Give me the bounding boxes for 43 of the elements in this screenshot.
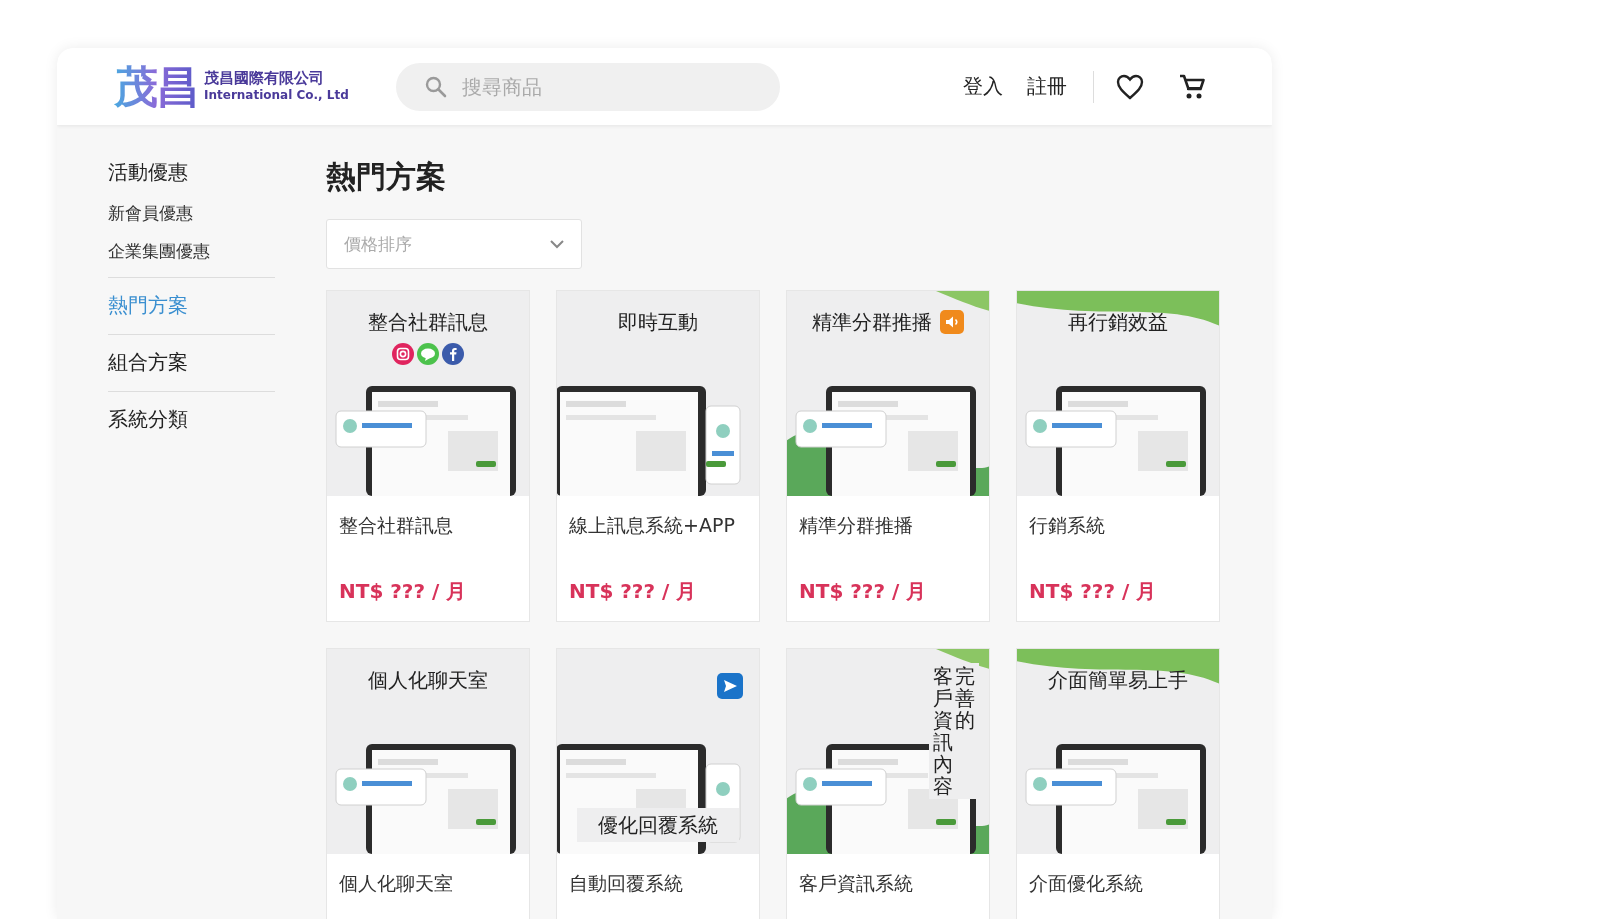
banner-heading: 優化回覆系統 bbox=[598, 812, 718, 839]
company-subtitle: International Co., Ltd bbox=[204, 86, 349, 104]
banner-heading: 完善的 bbox=[955, 665, 975, 731]
card-title: 介面優化系統 bbox=[1029, 871, 1144, 896]
banner-heading: 客戶資訊內容 bbox=[933, 665, 953, 797]
product-card[interactable]: 即時互動 線上訊息系統+APP NT$ ??? / 月 bbox=[556, 290, 760, 622]
sidebar-item[interactable]: 活動優惠 bbox=[108, 157, 275, 187]
search-field[interactable]: 搜尋商品 bbox=[396, 62, 780, 111]
product-card[interactable]: 個人化聊天室 個人化聊天室 bbox=[326, 648, 530, 919]
product-card[interactable]: 優化回覆系統 自動回覆系統 bbox=[556, 648, 760, 919]
card-title: 線上訊息系統+APP bbox=[569, 513, 736, 538]
product-card[interactable]: 再行銷效益 行銷系統 NT$ ??? / 月 bbox=[1016, 290, 1220, 622]
company-name: 茂昌國際有限公司 bbox=[204, 69, 325, 87]
card-title: 精準分群推播 bbox=[799, 513, 914, 538]
sidebar-item[interactable]: 系統分類 bbox=[108, 404, 275, 434]
cart-icon[interactable] bbox=[1178, 72, 1206, 101]
banner-heading: 介面簡單易上手 bbox=[1048, 667, 1188, 694]
banner-heading: 即時互動 bbox=[618, 309, 698, 336]
card-price: NT$ ??? / 月 bbox=[799, 578, 928, 605]
sidebar-subitem[interactable]: 新會員優惠 bbox=[108, 201, 275, 225]
chevron-down-icon bbox=[549, 239, 565, 249]
product-card[interactable]: 客戶資訊內容 完善的 客戶資訊系統 bbox=[786, 648, 990, 919]
banner-heading: 精準分群推播 bbox=[812, 309, 932, 336]
banner-heading: 整合社群訊息 bbox=[368, 309, 488, 336]
sidebar-item[interactable]: 組合方案 bbox=[108, 347, 275, 377]
product-card[interactable]: 整合社群訊息 整合社群訊息 NT$ ??? / 月 bbox=[326, 290, 530, 622]
heart-icon[interactable] bbox=[1116, 73, 1144, 100]
product-card[interactable]: 精準分群推播 精準分群推播 NT$ ??? / 月 bbox=[786, 290, 990, 622]
card-price: NT$ ??? / 月 bbox=[1029, 578, 1158, 605]
product-card[interactable]: 介面簡單易上手 介面優化系統 bbox=[1016, 648, 1220, 919]
card-title: 個人化聊天室 bbox=[339, 871, 454, 896]
card-title: 整合社群訊息 bbox=[339, 513, 454, 538]
card-title: 客戶資訊系統 bbox=[799, 871, 914, 896]
card-title: 行銷系統 bbox=[1029, 513, 1106, 538]
card-title: 自動回覆系統 bbox=[569, 871, 684, 896]
nav-link[interactable]: 登入 bbox=[963, 73, 1003, 100]
banner-heading: 個人化聊天室 bbox=[368, 667, 488, 694]
page-title: 熱門方案 bbox=[326, 158, 447, 196]
card-price: NT$ ??? / 月 bbox=[339, 578, 468, 605]
nav-link[interactable]: 註冊 bbox=[1027, 73, 1067, 100]
banner-heading: 再行銷效益 bbox=[1068, 309, 1168, 336]
sidebar-subitem[interactable]: 企業集團優惠 bbox=[108, 239, 275, 263]
card-price: NT$ ??? / 月 bbox=[569, 578, 698, 605]
